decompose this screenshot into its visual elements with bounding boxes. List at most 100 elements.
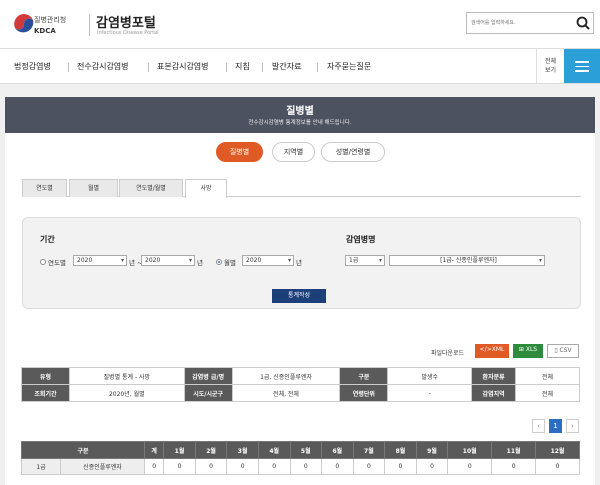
info-value-age-unit: - (387, 384, 473, 402)
cell-jan: 0 (163, 458, 196, 475)
page-title: 질병별 (286, 106, 314, 117)
col-header-jan: 1월 (163, 441, 196, 459)
portal-title[interactable]: 감염병포털 (96, 12, 156, 31)
subtab-yearly-monthly[interactable]: 연도별/월별 (119, 179, 183, 197)
page-subtitle: 전수감시감염병 통계정보를 안내 해드립니다. (248, 120, 352, 126)
xls-label: XLS (525, 346, 538, 353)
info-value-type: 질병별 통계 - 사망 (68, 367, 185, 385)
table-row: 1급 신종인플루엔자 0 0 0 0 0 0 0 0 0 0 0 0 0 (21, 458, 580, 475)
cell-total: 0 (143, 458, 165, 475)
cell-jul: 0 (352, 458, 386, 475)
col-header-category: 구분 (21, 441, 145, 459)
menu-icon (575, 65, 589, 67)
cell-jun: 0 (321, 458, 354, 475)
row-disease-name: 신종인플루엔자 (60, 458, 145, 475)
nav-separator (226, 63, 227, 72)
nav-item-full-surveillance[interactable]: 전수감시감염병 (77, 61, 129, 72)
cell-oct: 0 (447, 458, 493, 475)
subtab-yearly[interactable]: 연도별 (22, 179, 67, 197)
info-value-disease: 1급, 신종인플루엔자 (231, 367, 341, 385)
main-nav: 법정감염병 전수감시감염병 표본감시감염병 지침 발간자료 자주묻는질문 전체보… (0, 48, 600, 84)
col-header-mar: 3월 (226, 441, 259, 459)
search-box (466, 12, 594, 34)
info-row: 조회기간 2020년, 월별 시도/시군구 전체, 전체 연령단위 - 감염지역… (21, 384, 580, 402)
year-unit: 년 (197, 259, 203, 267)
nav-separator (148, 63, 149, 72)
spreadsheet-icon: ⊞ (518, 346, 526, 353)
col-header-sep: 9월 (415, 441, 449, 459)
disease-select[interactable]: [1급- 신종인플루엔자] (389, 255, 545, 266)
tab-by-sex-age[interactable]: 성별/연령별 (321, 142, 385, 162)
info-label-infection-area: 감염지역 (471, 384, 517, 402)
info-label-patient-class: 환자분류 (471, 367, 517, 385)
subtab-monthly[interactable]: 월별 (69, 179, 118, 197)
nav-item-legal-diseases[interactable]: 법정감염병 (14, 61, 51, 72)
col-header-oct: 10월 (447, 441, 493, 459)
col-header-aug: 8월 (384, 441, 417, 459)
all-view-line1: 전체 (544, 58, 557, 65)
xml-download-button[interactable]: </>XML (475, 344, 509, 358)
subtab-death[interactable]: 사망 (185, 179, 227, 198)
generate-stats-button[interactable]: 통계작성 (272, 289, 326, 303)
cell-dec: 0 (535, 458, 580, 475)
disease-title: 감염병명 (346, 235, 376, 244)
table-header-row: 구분 계 1월 2월 3월 4월 5월 6월 7월 8월 9월 10월 11월 … (21, 441, 580, 459)
portal-subtitle: Infectious Disease Portal (97, 30, 159, 36)
menu-icon (575, 70, 589, 72)
search-icon[interactable] (575, 15, 591, 31)
page-banner: 질병별 전수감시감염병 통계정보를 안내 해드립니다. (5, 97, 595, 133)
col-header-jul: 7월 (352, 441, 386, 459)
search-input[interactable] (467, 13, 567, 33)
info-label-disease: 감염병 급/명 (183, 367, 233, 385)
nav-item-faq[interactable]: 자주묻는질문 (327, 61, 371, 72)
cell-may: 0 (289, 458, 323, 475)
xls-download-button[interactable]: ⊞ XLS (513, 344, 543, 358)
nav-item-sample-surveillance[interactable]: 표본감시감염병 (157, 61, 209, 72)
hamburger-menu-button[interactable] (564, 49, 600, 83)
tab-by-disease[interactable]: 질병별 (216, 142, 263, 162)
year-to-select[interactable]: 2020 (141, 255, 195, 266)
prev-page-button[interactable]: ‹ (532, 419, 545, 433)
grade-select[interactable]: 1급 (345, 255, 385, 266)
month-year-select[interactable]: 2020 (242, 255, 294, 266)
info-value-category: 발생수 (387, 367, 473, 385)
all-view-line2: 보기 (544, 67, 557, 74)
info-label-region: 시도/시군구 (183, 384, 233, 402)
yearly-radio[interactable] (40, 259, 46, 265)
year-from-select[interactable]: 2020 (73, 255, 127, 266)
cell-nov: 0 (491, 458, 537, 475)
xml-label: XML (491, 346, 505, 353)
yearly-label: 연도별 (48, 259, 66, 267)
tab-by-region[interactable]: 지역별 (272, 142, 315, 162)
file-download-label: 파일다운로드 (431, 350, 465, 357)
cell-sep: 0 (415, 458, 449, 475)
top-header: 질병관리청 KDCA 감염병포털 Infectious Disease Port… (0, 0, 600, 48)
row-grade: 1급 (21, 458, 61, 475)
col-header-total: 계 (143, 441, 165, 459)
info-label-age-unit: 연령단위 (339, 384, 389, 402)
col-header-jun: 6월 (321, 441, 354, 459)
info-value-period: 2020년, 월별 (68, 384, 185, 402)
csv-download-button[interactable]: ▯ CSV (547, 344, 579, 358)
code-icon: </> (479, 346, 492, 353)
col-header-nov: 11월 (491, 441, 537, 459)
stats-card: 질병별 전수감시감염병 통계정보를 안내 해드립니다. 질병별 지역별 성별/연… (5, 97, 595, 485)
agency-name-en: KDCA (34, 27, 56, 35)
col-header-may: 5월 (289, 441, 323, 459)
cell-mar: 0 (226, 458, 259, 475)
page-1-button[interactable]: 1 (549, 419, 562, 433)
cell-feb: 0 (194, 458, 228, 475)
nav-separator (317, 63, 318, 72)
nav-item-publications[interactable]: 발간자료 (272, 61, 301, 72)
monthly-radio[interactable] (216, 259, 222, 265)
nav-item-guidelines[interactable]: 지침 (235, 61, 250, 72)
info-row: 유형 질병별 통계 - 사망 감염병 급/명 1급, 신종인플루엔자 구분 발생… (21, 367, 580, 385)
agency-name-ko: 질병관리청 (34, 16, 67, 24)
col-header-dec: 12월 (535, 441, 580, 459)
header-divider (89, 14, 90, 36)
next-page-button[interactable]: › (566, 419, 579, 433)
sub-tab-bar: 연도별 월별 연도별/월별 사망 (22, 179, 581, 198)
agency-name: 질병관리청 KDCA (34, 15, 66, 35)
all-view-button[interactable]: 전체보기 (536, 49, 564, 83)
col-header-feb: 2월 (194, 441, 228, 459)
